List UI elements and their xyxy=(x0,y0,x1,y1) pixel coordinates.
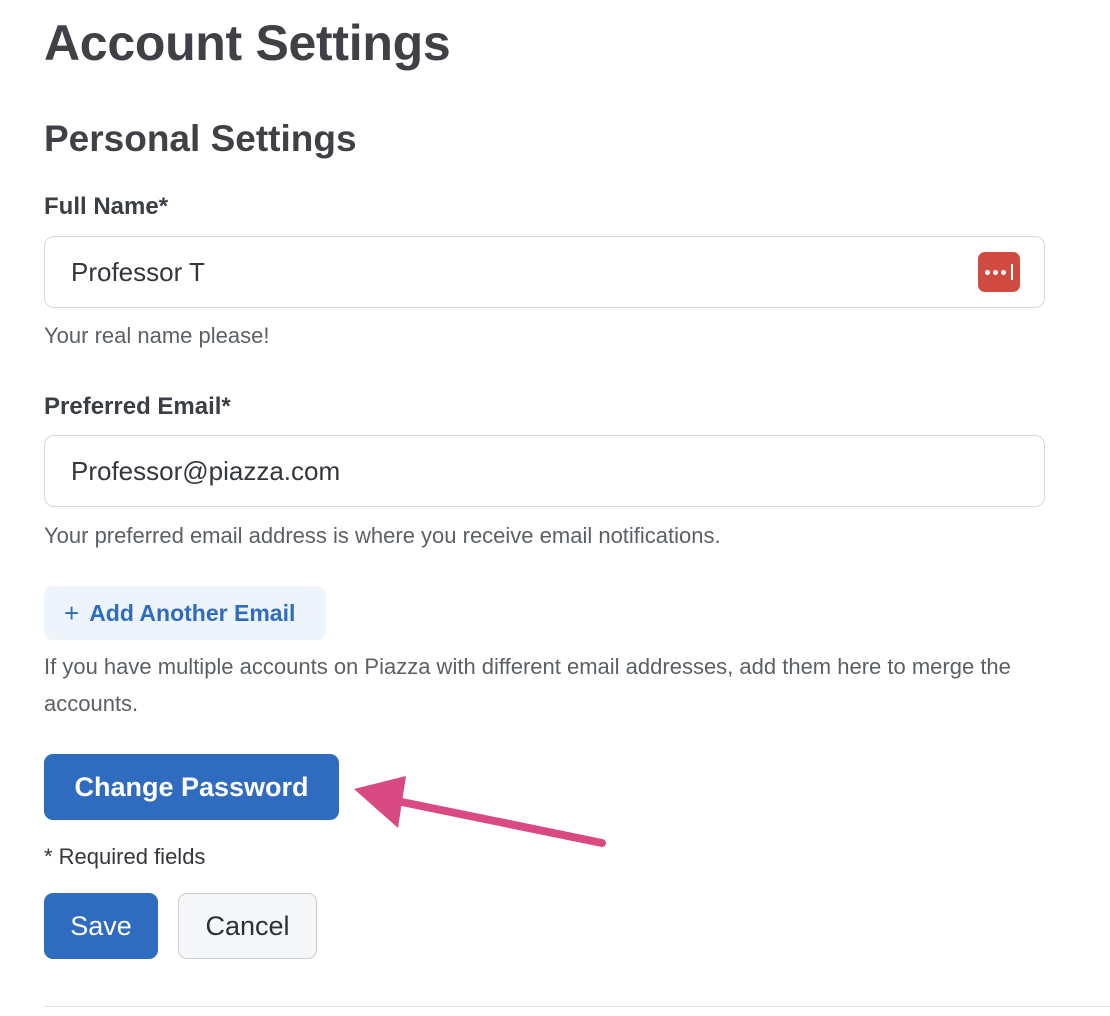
change-password-button[interactable]: Change Password xyxy=(44,754,339,820)
password-manager-icon[interactable] xyxy=(978,252,1020,292)
preferred-email-value[interactable]: Professor@piazza.com xyxy=(71,456,1020,487)
full-name-value[interactable]: Professor T xyxy=(71,257,978,288)
full-name-field[interactable]: Professor T xyxy=(44,236,1045,308)
page-title: Account Settings xyxy=(44,15,451,71)
save-button[interactable]: Save xyxy=(44,893,158,959)
full-name-help: Your real name please! xyxy=(44,323,270,348)
section-title: Personal Settings xyxy=(44,118,357,159)
required-fields-note: * Required fields xyxy=(44,844,206,869)
plus-icon: + xyxy=(64,598,80,628)
add-email-help: If you have multiple accounts on Piazza … xyxy=(44,654,1011,716)
preferred-email-help: Your preferred email address is where yo… xyxy=(44,523,721,548)
full-name-label: Full Name* xyxy=(44,193,169,220)
preferred-email-label: Preferred Email* xyxy=(44,393,231,420)
preferred-email-field[interactable]: Professor@piazza.com xyxy=(44,435,1045,507)
add-another-email-label: Add Another Email xyxy=(89,599,296,626)
account-settings-page: Account Settings Personal Settings Full … xyxy=(44,0,1110,1016)
add-another-email-button[interactable]: + Add Another Email xyxy=(44,586,326,640)
divider xyxy=(44,1006,1110,1007)
cancel-button[interactable]: Cancel xyxy=(178,893,317,959)
